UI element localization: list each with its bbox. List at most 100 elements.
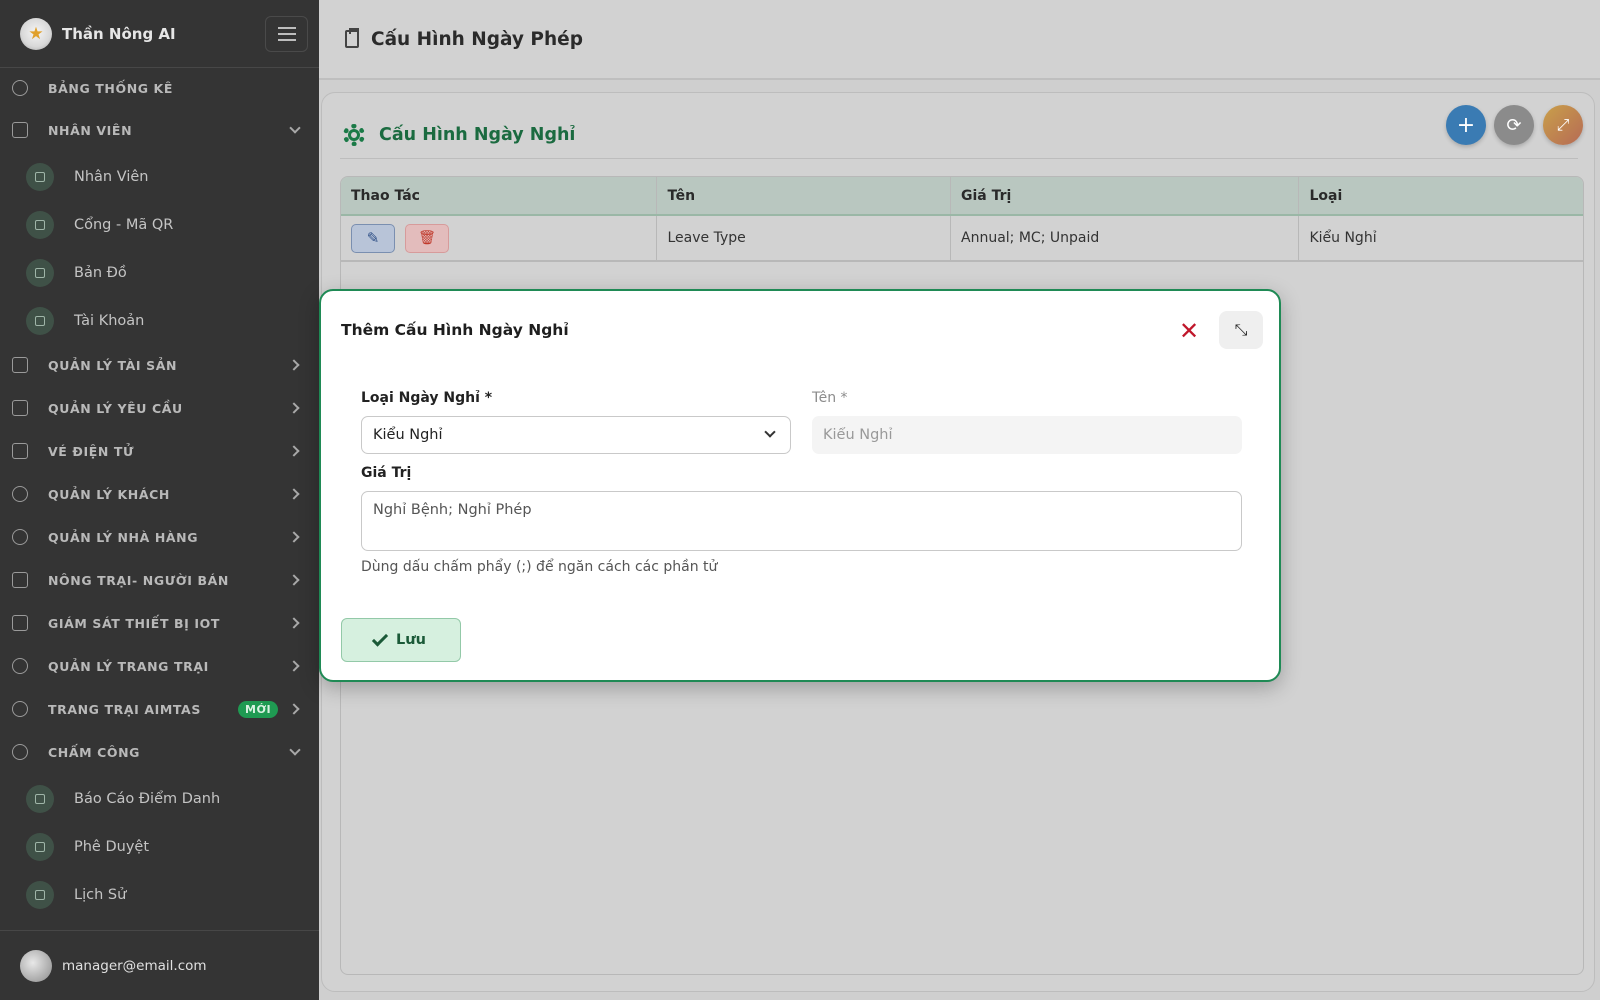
refresh-button[interactable]: ⟳ bbox=[1494, 105, 1534, 145]
save-label: Lưu bbox=[396, 632, 426, 648]
menu-toggle-button[interactable] bbox=[265, 16, 308, 52]
sidebar-item-restaurant[interactable]: QUẢN LÝ NHÀ HÀNG bbox=[0, 517, 319, 557]
sidebar-item-dashboard[interactable]: BẢNG THỐNG KÊ bbox=[0, 68, 319, 108]
sidebar-item-label: QUẢN LÝ KHÁCH bbox=[48, 486, 170, 502]
clipboard-check-icon bbox=[345, 28, 359, 48]
sidebar-subitem-label: Tài Khoản bbox=[74, 313, 145, 329]
sidebar-item-e-tickets[interactable]: VÉ ĐIỆN TỬ bbox=[0, 431, 319, 471]
id-card-icon bbox=[26, 307, 54, 335]
chart-icon bbox=[12, 615, 28, 631]
sidebar-subitem-attendance-report[interactable]: Báo Cáo Điểm Danh bbox=[0, 777, 319, 821]
new-badge: MỚI bbox=[238, 700, 279, 718]
history-icon bbox=[26, 881, 54, 909]
save-button[interactable]: Lưu bbox=[341, 618, 461, 662]
chevron-right-icon bbox=[288, 574, 300, 586]
card-header: Cấu Hình Ngày Nghỉ bbox=[340, 111, 1578, 159]
sidebar-item-staff[interactable]: NHÂN VIÊN bbox=[0, 110, 319, 150]
column-header[interactable]: Thao Tác bbox=[341, 177, 658, 214]
sidebar-subitem-label: Lịch Sử bbox=[74, 887, 127, 903]
fullscreen-button[interactable]: ⤢ bbox=[1543, 105, 1583, 145]
add-config-modal: Thêm Cấu Hình Ngày Nghỉ ✕ ⤡ Loại Ngày Ng… bbox=[319, 289, 1281, 682]
user-profile[interactable]: manager@email.com bbox=[0, 930, 319, 1000]
leave-type-label: Loại Ngày Nghỉ * bbox=[361, 390, 493, 406]
sidebar-item-farm-seller[interactable]: NÔNG TRẠI- NGƯỜI BÁN bbox=[0, 560, 319, 600]
sidebar-subitem-label: Nhân Viên bbox=[74, 169, 149, 185]
card-title: Cấu Hình Ngày Nghỉ bbox=[379, 124, 576, 145]
chevron-right-icon bbox=[288, 617, 300, 629]
sidebar-item-label: CHẤM CÔNG bbox=[48, 744, 141, 760]
sidebar-item-label: VÉ ĐIỆN TỬ bbox=[48, 443, 135, 459]
chevron-down-icon bbox=[289, 744, 301, 756]
qr-icon bbox=[26, 211, 54, 239]
bar-chart-icon bbox=[26, 785, 54, 813]
sidebar-subitem-map[interactable]: Bản Đồ bbox=[0, 251, 319, 295]
logo-icon: ★ bbox=[20, 17, 52, 50]
name-field[interactable] bbox=[812, 416, 1242, 454]
brand-name: Thần Nông AI bbox=[62, 24, 176, 43]
map-icon bbox=[26, 259, 54, 287]
chevron-right-icon bbox=[288, 488, 300, 500]
chevron-right-icon bbox=[288, 445, 300, 457]
close-icon[interactable]: ✕ bbox=[1179, 319, 1199, 343]
sidebar-item-label: NHÂN VIÊN bbox=[48, 122, 133, 138]
value-textarea[interactable]: Nghỉ Bệnh; Nghỉ Phép bbox=[361, 491, 1242, 551]
edit-button[interactable]: ✎ bbox=[351, 223, 395, 253]
sidebar-item-label: QUẢN LÝ TRANG TRẠI bbox=[48, 658, 209, 674]
chevron-down-icon bbox=[764, 426, 776, 438]
expand-modal-button[interactable]: ⤡ bbox=[1219, 311, 1263, 349]
sidebar-subitem-account[interactable]: Tài Khoản bbox=[0, 299, 319, 343]
hand-icon bbox=[12, 701, 28, 717]
chevron-right-icon bbox=[288, 703, 300, 715]
sidebar-item-farm[interactable]: QUẢN LÝ TRANG TRẠI bbox=[0, 646, 319, 686]
sidebar-subitem-label: Báo Cáo Điểm Danh bbox=[74, 791, 221, 807]
brand: ★ Thần Nông AI bbox=[0, 0, 319, 68]
name-label: Tên * bbox=[812, 390, 848, 406]
sidebar: ★ Thần Nông AI BẢNG THỐNG KÊ NHÂN VIÊN N… bbox=[0, 0, 319, 1000]
users-icon bbox=[12, 122, 28, 138]
sidebar-subitem-history[interactable]: Lịch Sử bbox=[0, 873, 319, 917]
hierarchy-icon bbox=[12, 357, 28, 373]
sidebar-item-guests[interactable]: QUẢN LÝ KHÁCH bbox=[0, 474, 319, 514]
sidebar-item-label: QUẢN LÝ YÊU CẦU bbox=[48, 400, 183, 416]
sidebar-subitem-approval[interactable]: Phê Duyệt bbox=[0, 825, 319, 869]
leave-type-select[interactable]: Kiểu Nghỉ bbox=[361, 416, 791, 454]
topbar: Cấu Hình Ngày Phép bbox=[319, 0, 1600, 80]
sidebar-subitem-label: Cổng - Mã QR bbox=[74, 217, 174, 233]
store-icon bbox=[12, 572, 28, 588]
clock-icon bbox=[12, 744, 28, 760]
gear-icon bbox=[343, 123, 365, 146]
sidebar-item-iot[interactable]: GIÁM SÁT THIẾT BỊ IOT bbox=[0, 603, 319, 643]
sidebar-subitem-staff[interactable]: Nhân Viên bbox=[0, 155, 319, 199]
table-row[interactable]: ✎ 🗑 Leave Type Annual; MC; Unpaid Kiểu N… bbox=[341, 216, 1583, 261]
sidebar-subitem-qr-gate[interactable]: Cổng - Mã QR bbox=[0, 203, 319, 247]
dashboard-icon bbox=[12, 80, 28, 96]
ticket-icon bbox=[12, 443, 28, 459]
sidebar-subitem-label: Phê Duyệt bbox=[74, 839, 150, 855]
sidebar-item-label: QUẢN LÝ NHÀ HÀNG bbox=[48, 529, 199, 545]
name-cell: Leave Type bbox=[657, 216, 952, 260]
column-header[interactable]: Giá Trị bbox=[951, 177, 1300, 214]
sidebar-item-assets[interactable]: QUẢN LÝ TÀI SẢN bbox=[0, 345, 319, 385]
chevron-right-icon bbox=[288, 359, 300, 371]
sidebar-item-attendance[interactable]: CHẤM CÔNG bbox=[0, 732, 319, 772]
value-label: Giá Trị bbox=[361, 465, 412, 481]
value-hint: Dùng dấu chấm phẩy (;) để ngăn cách các … bbox=[361, 559, 718, 575]
delete-button[interactable]: 🗑 bbox=[405, 223, 449, 253]
sidebar-item-label: GIÁM SÁT THIẾT BỊ IOT bbox=[48, 615, 220, 631]
user-email: manager@email.com bbox=[62, 957, 207, 974]
add-button[interactable]: + bbox=[1446, 105, 1486, 145]
chevron-right-icon bbox=[288, 531, 300, 543]
tractor-icon bbox=[12, 658, 28, 674]
sidebar-item-requests[interactable]: QUẢN LÝ YÊU CẦU bbox=[0, 388, 319, 428]
clipboard-icon bbox=[12, 400, 28, 416]
sidebar-item-aimtas[interactable]: TRANG TRẠI AIMTAS MỚI bbox=[0, 689, 319, 729]
table-header: Thao Tác Tên Giá Trị Loại bbox=[341, 177, 1583, 216]
type-cell: Kiểu Nghỉ bbox=[1309, 230, 1377, 246]
column-header[interactable]: Loại bbox=[1299, 177, 1583, 214]
sidebar-item-label: BẢNG THỐNG KÊ bbox=[48, 80, 173, 96]
column-header[interactable]: Tên bbox=[657, 177, 952, 214]
fork-knife-icon bbox=[12, 529, 28, 545]
value-cell: Annual; MC; Unpaid bbox=[951, 216, 1300, 260]
users-icon bbox=[26, 163, 54, 191]
leave-type-value: Kiểu Nghỉ bbox=[373, 427, 443, 443]
